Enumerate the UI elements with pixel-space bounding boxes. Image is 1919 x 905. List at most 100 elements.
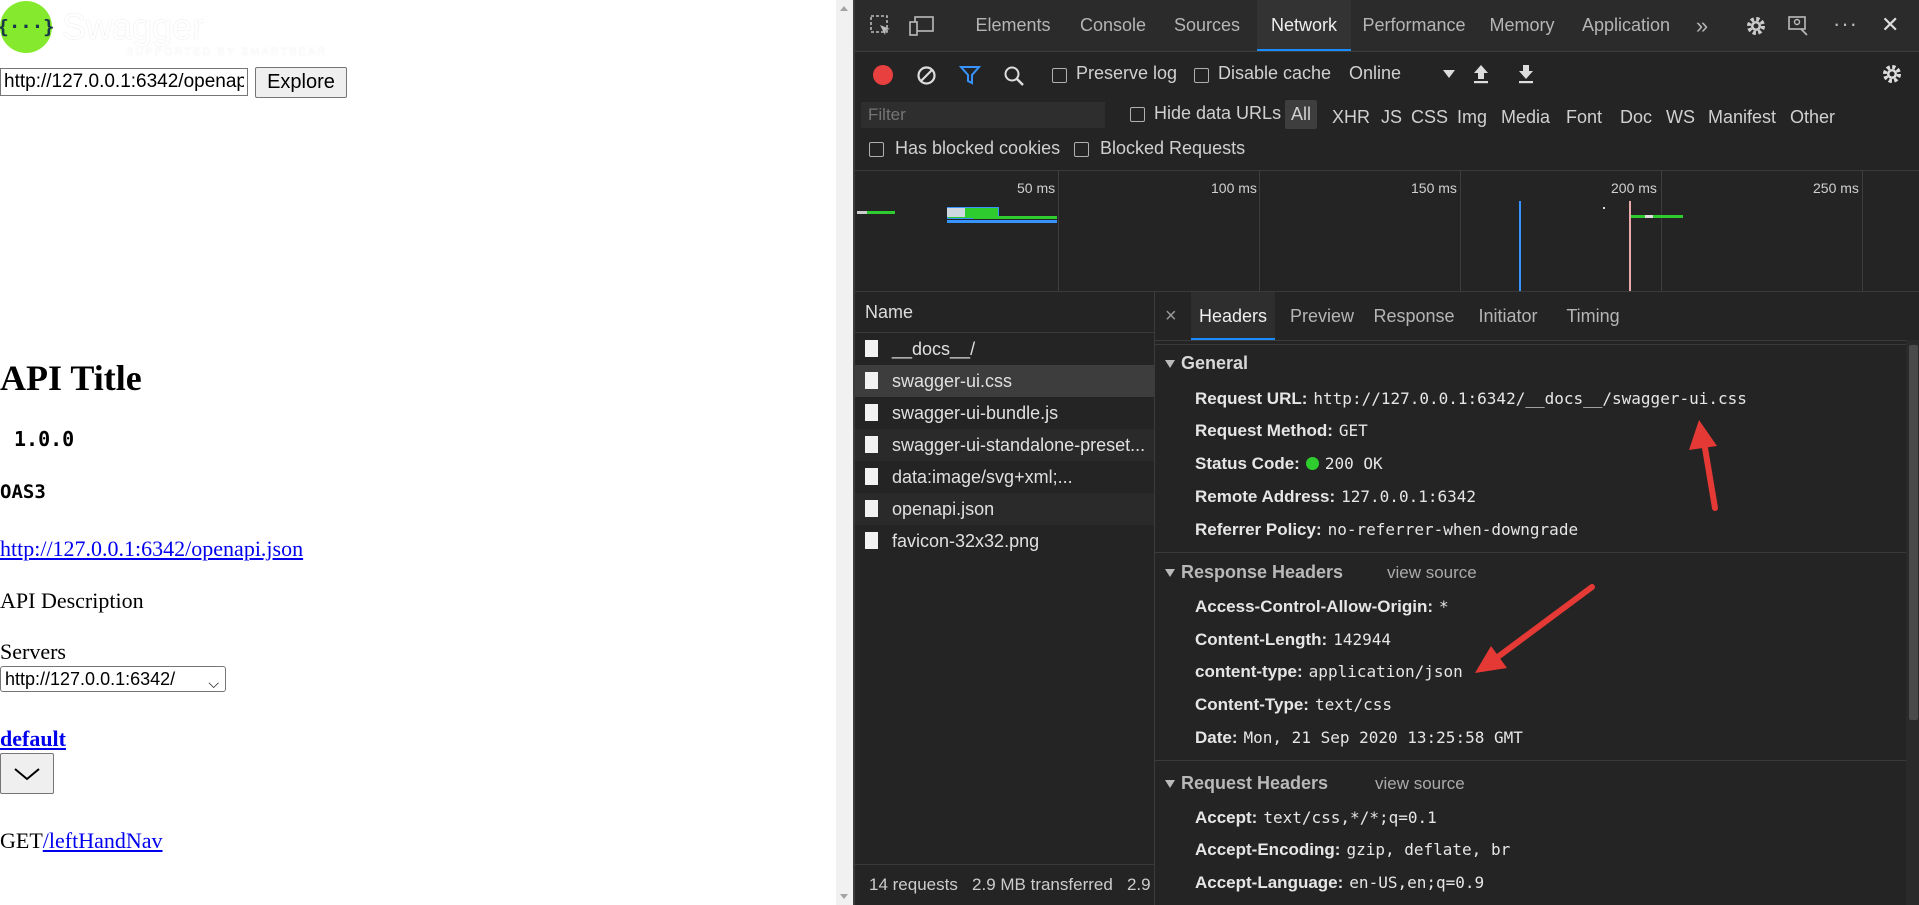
request-row[interactable]: swagger-ui-bundle.js — [855, 397, 1154, 429]
response-headers-toggle[interactable]: Response Headers — [1165, 562, 1343, 583]
general-section-toggle[interactable]: General — [1165, 353, 1248, 374]
response-header-row: Access-Control-Allow-Origin: * — [1195, 597, 1449, 617]
throttle-select[interactable]: Online — [1341, 58, 1459, 90]
filter-type-doc[interactable]: Doc — [1620, 107, 1652, 128]
file-icon — [865, 436, 878, 453]
timeline-request-bar — [857, 211, 867, 214]
filter-type-xhr[interactable]: XHR — [1332, 107, 1370, 128]
has-blocked-cookies-checkbox[interactable] — [869, 142, 884, 157]
timeline-tick-label: 50 ms — [1017, 180, 1056, 196]
response-view-source-link[interactable]: view source — [1387, 563, 1477, 583]
search-icon[interactable] — [1003, 65, 1025, 87]
swagger-page: {···} Swagger SUPPORTED BY SMARTBEAR Exp… — [0, 0, 853, 905]
export-har-icon[interactable] — [1516, 63, 1536, 85]
section-divider — [1155, 344, 1919, 345]
request-row[interactable]: openapi.json — [855, 493, 1154, 525]
filter-icon[interactable] — [959, 65, 981, 85]
filter-type-js[interactable]: JS — [1381, 107, 1402, 128]
more-tabs-icon[interactable]: » — [1689, 0, 1715, 51]
spec-link[interactable]: http://127.0.0.1:6342/openapi.json — [0, 536, 303, 562]
request-row-selected[interactable]: swagger-ui.css — [855, 365, 1154, 397]
request-row[interactable]: swagger-ui-standalone-preset... — [855, 429, 1154, 461]
tab-preview[interactable]: Preview — [1283, 292, 1361, 340]
request-row[interactable]: data:image/svg+xml;... — [855, 461, 1154, 493]
feedback-icon[interactable] — [1787, 14, 1811, 38]
request-name: openapi.json — [892, 499, 995, 519]
servers-label: Servers — [0, 639, 66, 664]
header-key: Accept: — [1195, 808, 1258, 827]
response-header-row: Content-Type: text/css — [1195, 695, 1392, 715]
details-scrollbar[interactable] — [1906, 340, 1919, 905]
request-count: 14 requests — [869, 875, 958, 894]
scroll-down-icon[interactable] — [840, 894, 848, 899]
tag-default-link[interactable]: default — [0, 726, 66, 752]
filter-type-media[interactable]: Media — [1501, 107, 1550, 128]
timeline-gridline — [1259, 171, 1260, 291]
tab-initiator[interactable]: Initiator — [1467, 292, 1549, 340]
filter-type-font[interactable]: Font — [1566, 107, 1602, 128]
tab-response[interactable]: Response — [1369, 292, 1459, 340]
request-view-source-link[interactable]: view source — [1375, 774, 1465, 794]
tab-memory[interactable]: Memory — [1477, 0, 1567, 51]
tab-application[interactable]: Application — [1571, 0, 1681, 51]
import-har-icon[interactable] — [1471, 63, 1491, 85]
hide-data-urls-checkbox[interactable] — [1130, 107, 1145, 122]
tab-headers[interactable]: Headers — [1191, 292, 1275, 340]
response-header-row: Content-Length: 142944 — [1195, 630, 1391, 650]
scroll-up-icon[interactable] — [840, 6, 848, 11]
filter-type-ws[interactable]: WS — [1666, 107, 1695, 128]
section-divider — [1155, 552, 1919, 553]
tab-sources[interactable]: Sources — [1161, 0, 1253, 51]
request-name: __docs__/ — [892, 339, 976, 359]
header-key: Request URL: — [1195, 389, 1308, 408]
scrollbar-thumb[interactable] — [1909, 345, 1918, 720]
close-devtools-icon[interactable]: ✕ — [1881, 14, 1899, 36]
expand-operations-button[interactable] — [0, 753, 54, 794]
tab-performance[interactable]: Performance — [1355, 0, 1473, 51]
oas-badge: OAS3 — [0, 481, 46, 503]
request-list-panel: Name __docs__/ swagger-ui.css swagger-ui… — [855, 292, 1168, 905]
api-title: API Title — [0, 358, 142, 398]
header-key: Remote Address: — [1195, 487, 1336, 506]
network-timeline-overview[interactable]: 50 ms 100 ms 150 ms 200 ms 250 ms — [855, 171, 1919, 292]
filter-type-img[interactable]: Img — [1457, 107, 1487, 128]
filter-type-all[interactable]: All — [1285, 100, 1318, 129]
tab-elements[interactable]: Elements — [965, 0, 1061, 51]
operation-path-link[interactable]: /leftHandNav — [43, 828, 163, 853]
chevron-down-icon: ⌵ — [208, 675, 219, 691]
tab-console[interactable]: Console — [1067, 0, 1159, 51]
inspect-element-icon[interactable] — [869, 14, 893, 38]
spec-url-input[interactable] — [0, 68, 248, 96]
filter-type-css[interactable]: CSS — [1411, 107, 1448, 128]
general-row: Request Method: GET — [1195, 421, 1368, 441]
filter-type-manifest[interactable]: Manifest — [1708, 107, 1776, 128]
header-key: Content-Length: — [1195, 630, 1328, 649]
tab-network[interactable]: Network — [1257, 0, 1351, 51]
device-toolbar-icon[interactable] — [909, 14, 935, 38]
network-settings-gear-icon[interactable] — [1880, 62, 1904, 86]
status-ok-icon — [1305, 457, 1319, 470]
close-details-icon[interactable]: × — [1165, 292, 1185, 340]
annotation-arrow-content-type — [1475, 584, 1595, 673]
name-column-header[interactable]: Name — [855, 292, 1154, 333]
blocked-requests-checkbox[interactable] — [1074, 142, 1089, 157]
request-row[interactable]: favicon-32x32.png — [855, 525, 1154, 557]
disable-cache-checkbox[interactable] — [1194, 68, 1209, 83]
timeline-gridline — [1862, 171, 1863, 291]
servers-select[interactable]: http://127.0.0.1:6342/ ⌵ — [0, 666, 226, 692]
timeline-tick-label: 250 ms — [1813, 180, 1859, 196]
filter-type-other[interactable]: Other — [1790, 107, 1835, 128]
request-row[interactable]: __docs__/ — [855, 333, 1154, 365]
filter-input[interactable] — [861, 102, 1105, 128]
record-icon[interactable] — [873, 65, 893, 85]
more-options-icon[interactable]: ··· — [1833, 13, 1858, 35]
tab-timing[interactable]: Timing — [1557, 292, 1629, 340]
settings-gear-icon[interactable] — [1744, 14, 1768, 38]
request-headers-toggle[interactable]: Request Headers — [1165, 773, 1328, 794]
header-key: content-type: — [1195, 662, 1303, 681]
preserve-log-checkbox[interactable] — [1052, 68, 1067, 83]
page-scrollbar[interactable] — [836, 0, 853, 905]
clear-icon[interactable] — [916, 65, 937, 86]
explore-button[interactable]: Explore — [255, 67, 347, 98]
swagger-logo-icon: {···} — [0, 1, 55, 53]
